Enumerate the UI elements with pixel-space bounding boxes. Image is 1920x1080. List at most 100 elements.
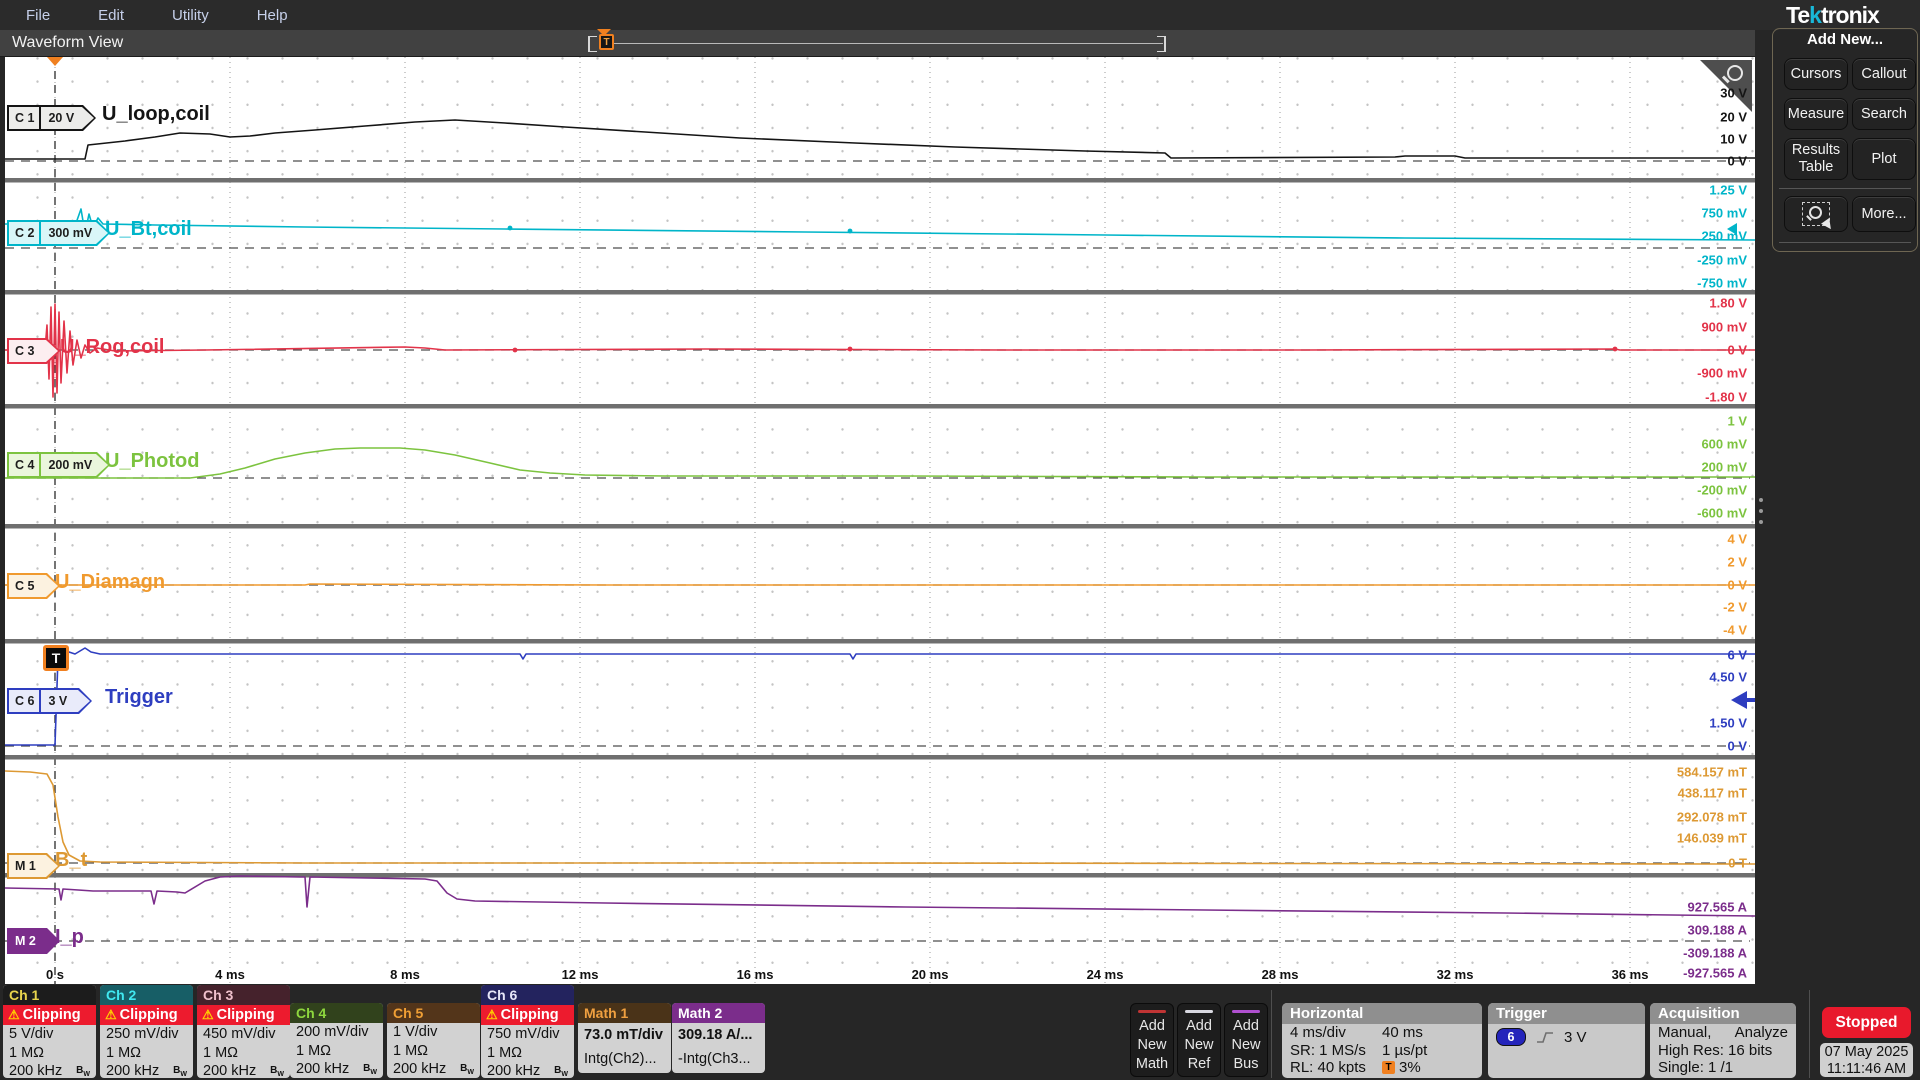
time-axis-label: 4 ms (215, 967, 245, 982)
channel-card-math1[interactable]: Math 173.0 mT/divIntg(Ch2)... (578, 1003, 671, 1073)
panel-drag-handle[interactable] (1759, 498, 1764, 524)
overview-left-bracket (588, 36, 597, 52)
plot-button[interactable]: Plot (1852, 138, 1916, 180)
warning-icon: ⚠ (105, 1007, 117, 1023)
channel-card-row: 200 mV/div (290, 1023, 383, 1042)
overview-trigger-flag-icon[interactable]: T (599, 34, 614, 50)
acquisition-panel[interactable]: Acquisition Manual,Analyze High Res: 16 … (1650, 1003, 1796, 1078)
bandwidth-limit-icon: BW (270, 1065, 284, 1078)
menu-bar: File Edit Utility Help (0, 0, 1920, 30)
axis-tick-m1: 584.157 mT (1677, 765, 1747, 780)
trace-marker (848, 347, 853, 352)
channel-badge-ch4[interactable]: C 4200 mV (7, 452, 110, 478)
divider (1809, 990, 1810, 1078)
results-table-button[interactable]: Results Table (1784, 138, 1848, 180)
channel-badge-id: M 1 (9, 855, 41, 877)
stopped-status-button[interactable]: Stopped (1822, 1007, 1911, 1038)
clipping-warning: ⚠Clipping (100, 1005, 193, 1025)
acquisition-resolution: High Res: 16 bits (1650, 1042, 1796, 1060)
channel-badge-ch6[interactable]: C 63 V (7, 688, 92, 714)
channel-card-row: 1 MΩ (100, 1044, 193, 1063)
channel-card-row: 1 MΩ (387, 1042, 480, 1061)
channel-badge-ch1[interactable]: C 120 V (7, 105, 96, 131)
axis-tick-ch1: 20 V (1720, 110, 1747, 125)
axis-tick-ch2: -250 mV (1697, 253, 1747, 268)
trigger-level-arrow-icon[interactable] (1731, 691, 1747, 709)
channel-card-ch6[interactable]: Ch 6⚠Clipping750 mV/div1 MΩ200 kHzBW (481, 985, 574, 1078)
channel-badge-scale: 200 mV (39, 454, 107, 476)
channel-label-ch5[interactable]: U_Diamagn (55, 571, 165, 594)
channel-card-row: 1 MΩ (3, 1044, 96, 1063)
zoom-select-button[interactable] (1784, 196, 1848, 232)
axis-tick-ch2: 250 mV (1701, 229, 1747, 244)
channel-badge-ch5[interactable]: C 5 (7, 573, 60, 599)
channel-label-ch2[interactable]: U_Bt,coil (105, 218, 192, 241)
more-button[interactable]: More... (1852, 196, 1916, 232)
axis-tick-ch6: 4.50 V (1709, 670, 1747, 685)
channel-badge-m2[interactable]: M 2 (7, 928, 60, 954)
channel-badge-ch2[interactable]: C 2300 mV (7, 220, 110, 246)
channel-card-math2[interactable]: Math 2309.18 A/...-Intg(Ch3... (672, 1003, 765, 1073)
waveform-trace-m2 (5, 876, 1755, 916)
axis-tick-ch5: -4 V (1723, 623, 1747, 638)
channel-label-ch3[interactable]: U_Rog,coil (60, 336, 164, 359)
trigger-panel[interactable]: Trigger 6 3 V (1488, 1003, 1645, 1078)
channel-card-ch4[interactable]: Ch 4200 mV/div1 MΩ200 kHzBW (290, 1003, 383, 1078)
axis-tick-ch5: 2 V (1727, 555, 1747, 570)
slice-separator (5, 524, 1755, 529)
add-new-math-button[interactable]: AddNewMath (1130, 1003, 1174, 1077)
axis-tick-m2: 927.565 A (1687, 900, 1747, 915)
clipping-warning: ⚠Clipping (3, 1005, 96, 1025)
axis-tick-m1: 292.078 mT (1677, 810, 1747, 825)
channel-label-ch4[interactable]: U_Photod (105, 450, 199, 473)
datetime-display: 07 May 2025 11:11:46 AM (1820, 1043, 1913, 1077)
channel-card-ch5[interactable]: Ch 51 V/div1 MΩ200 kHzBW (387, 1003, 480, 1078)
add-new-bus-button[interactable]: AddNewBus (1224, 1003, 1268, 1077)
axis-tick-m2: -927.565 A (1683, 966, 1747, 981)
callout-button[interactable]: Callout (1852, 58, 1916, 90)
trigger-position-icon[interactable] (47, 57, 63, 66)
channel-badge-m1[interactable]: M 1 (7, 853, 60, 879)
channel-badge-scale: 20 V (39, 107, 89, 129)
axis-tick-ch3: 900 mV (1701, 320, 1747, 335)
search-button[interactable]: Search (1852, 98, 1916, 130)
waveform-plot[interactable]: T 30 V20 V10 V0 VU_loop,coilC 120 V1.25 … (5, 57, 1755, 984)
channel-card-title: Ch 2 (100, 985, 193, 1005)
channel-card-ch1[interactable]: Ch 1⚠Clipping5 V/div1 MΩ200 kHzBW (3, 985, 96, 1078)
trace-marker (508, 226, 513, 231)
channel-card-ch3[interactable]: Ch 3⚠Clipping450 mV/div1 MΩ200 kHzBW (197, 985, 290, 1078)
channel-card-row: Intg(Ch2)... (578, 1047, 671, 1071)
trigger-flag-icon[interactable]: T (43, 645, 69, 671)
channel-card-row: 309.18 A/... (672, 1023, 765, 1047)
channel-badge-ch3[interactable]: C 3 (7, 338, 60, 364)
menu-file[interactable]: File (26, 7, 50, 24)
axis-tick-ch1: 30 V (1720, 86, 1747, 101)
channel-label-ch6[interactable]: Trigger (105, 686, 173, 709)
channel-card-title: Ch 4 (290, 1003, 383, 1023)
menu-edit[interactable]: Edit (98, 7, 124, 24)
channel-label-ch1[interactable]: U_loop,coil (102, 103, 210, 126)
channel-badge-id: C 4 (9, 454, 39, 476)
horizontal-value: SR: 1 MS/s (1290, 1042, 1366, 1059)
waveform-trace-m1 (5, 771, 1755, 864)
axis-tick-ch5: 4 V (1727, 532, 1747, 547)
horizontal-value: 40 ms (1382, 1024, 1423, 1041)
add-new-ref-button[interactable]: AddNewRef (1177, 1003, 1221, 1077)
menu-help[interactable]: Help (257, 7, 288, 24)
waveform-trace-ch2 (5, 209, 1755, 240)
trigger-source-badge: 6 (1496, 1028, 1526, 1046)
horizontal-panel[interactable]: Horizontal 4 ms/div40 msSR: 1 MS/s1 µs/p… (1282, 1003, 1482, 1078)
horizontal-value: RL: 40 kpts (1290, 1059, 1366, 1076)
axis-tick-ch2: 1.25 V (1709, 183, 1747, 198)
channel-card-ch2[interactable]: Ch 2⚠Clipping250 mV/div1 MΩ200 kHzBW (100, 985, 193, 1078)
measure-button[interactable]: Measure (1784, 98, 1848, 130)
tektronix-logo: Tektronix (1786, 2, 1879, 29)
clipping-label: Clipping (120, 1007, 178, 1023)
slice-separator (5, 404, 1755, 409)
menu-utility[interactable]: Utility (172, 7, 209, 24)
axis-tick-ch1: 0 V (1727, 154, 1747, 169)
channel-card-row: 200 kHzBW (3, 1062, 96, 1078)
divider (1779, 188, 1911, 189)
cursors-button[interactable]: Cursors (1784, 58, 1848, 90)
acquisition-single: Single: 1 /1 (1650, 1059, 1796, 1077)
